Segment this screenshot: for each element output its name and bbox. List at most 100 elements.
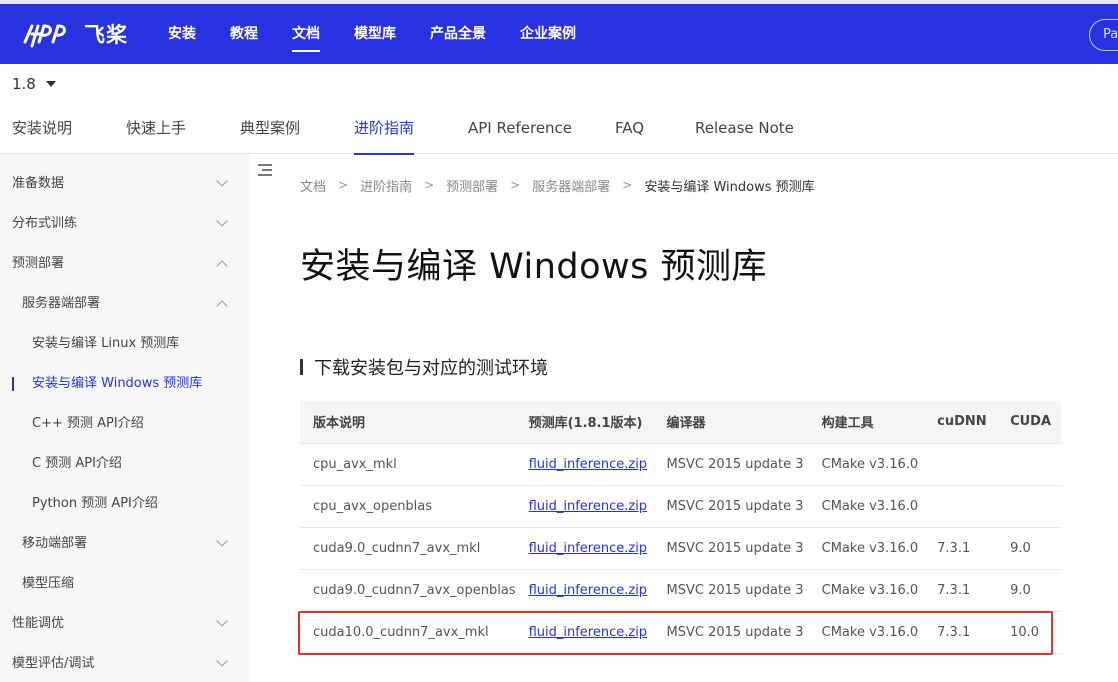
breadcrumb-current: 安装与编译 Windows 预测库 — [644, 179, 815, 195]
sidebar-item-label: 安装与编译 Linux 预测库 — [32, 336, 180, 351]
tab-advanced-guide[interactable]: 进阶指南 — [354, 104, 415, 155]
page-title: 安装与编译 Windows 预测库 — [300, 247, 767, 287]
sidebar-item-label: 性能调优 — [12, 616, 65, 631]
doc-tabs: 安装说明 快速上手 典型案例 进阶指南 API Reference FAQ Re… — [0, 104, 1118, 155]
version-selector[interactable]: 1.8 — [12, 73, 56, 95]
tab-quick-start[interactable]: 快速上手 — [126, 104, 186, 154]
chevron-right-icon: > — [622, 178, 633, 192]
sidebar-item-label: 服务器端部署 — [22, 296, 101, 311]
nav-tutorial[interactable]: 教程 — [230, 4, 258, 64]
table-cell-build-tool: CMake v3.16.0 — [808, 568, 925, 611]
section-marker — [300, 359, 303, 375]
chevron-up-icon — [216, 260, 228, 272]
breadcrumb-server[interactable]: 服务器端部署 — [532, 176, 610, 195]
table-row: cuda9.0_cudnn7_avx_mkl fluid_inference.z… — [300, 526, 1061, 569]
table-cell-cuda — [997, 442, 1061, 485]
table-cell-library: fluid_inference.zip — [515, 568, 654, 611]
download-link[interactable]: fluid_inference.zip — [529, 541, 647, 556]
table-cell-cudnn: 7.3.1 — [924, 568, 998, 611]
table-cell-cuda: 9.0 — [997, 526, 1061, 569]
table-cell-library: fluid_inference.zip — [515, 442, 654, 485]
download-link[interactable]: fluid_inference.zip — [529, 583, 647, 598]
tab-examples[interactable]: 典型案例 — [240, 104, 300, 154]
sidebar-item-label: 准备数据 — [12, 176, 65, 191]
sidebar-item-server-deploy[interactable]: 服务器端部署 — [0, 284, 249, 324]
tab-release-note[interactable]: Release Note — [695, 104, 794, 154]
table-cell-cuda — [997, 484, 1061, 527]
sidebar-item-label: C++ 预测 API介绍 — [32, 416, 144, 431]
sidebar-item-performance[interactable]: 性能调优 — [0, 604, 249, 644]
paddle-logo-icon — [23, 24, 66, 48]
sidebar-item-mobile-deploy[interactable]: 移动端部署 — [0, 524, 249, 564]
paddle-logo[interactable]: 飞桨 — [22, 18, 128, 50]
chevron-down-icon — [216, 655, 228, 667]
sidebar-item-distributed[interactable]: 分布式训练 — [0, 204, 249, 244]
nav-install[interactable]: 安装 — [168, 4, 196, 64]
menu-collapse-icon-bar — [262, 169, 272, 171]
sidebar-item-cpp-api[interactable]: C++ 预测 API介绍 — [0, 404, 249, 444]
sidebar-item-linux-lib[interactable]: 安装与编译 Linux 预测库 — [0, 324, 249, 364]
table-cell-version: cuda9.0_cudnn7_avx_mkl — [300, 526, 516, 569]
nav-cases[interactable]: 企业案例 — [520, 4, 576, 64]
table-cell-build-tool: CMake v3.16.0 — [808, 484, 925, 527]
table-cell-library: fluid_inference.zip — [515, 526, 654, 569]
table-row: cpu_avx_mkl fluid_inference.zip MSVC 201… — [300, 442, 1061, 485]
nav-docs[interactable]: 文档 — [292, 4, 320, 64]
collapse-sidebar-button[interactable] — [252, 157, 278, 183]
nav-model-zoo[interactable]: 模型库 — [354, 4, 396, 64]
breadcrumb-deployment[interactable]: 预测部署 — [446, 176, 498, 195]
sidebar-item-python-api[interactable]: Python 预测 API介绍 — [0, 484, 249, 524]
nav-products[interactable]: 产品全景 — [430, 4, 486, 64]
table-cell-version: cpu_avx_openblas — [300, 484, 516, 527]
table-cell-compiler: MSVC 2015 update 3 — [653, 442, 809, 485]
chevron-down-icon — [216, 615, 228, 627]
table-cell-build-tool: CMake v3.16.0 — [808, 442, 925, 485]
table-cell-compiler: MSVC 2015 update 3 — [653, 484, 809, 527]
column-header: CUDA — [997, 401, 1061, 443]
sidebar-item-deployment[interactable]: 预测部署 — [0, 244, 249, 284]
table-cell-cudnn: 7.3.1 — [924, 526, 998, 569]
sidebar-item-label: C 预测 API介绍 — [32, 456, 122, 471]
table-cell-build-tool: CMake v3.16.0 — [808, 526, 925, 569]
breadcrumb: 文档 > 进阶指南 > 预测部署 > 服务器端部署 > 安装与编译 Window… — [300, 175, 815, 195]
sidebar-item-label: 模型压缩 — [22, 576, 75, 591]
sidebar-item-evaluation[interactable]: 模型评估/调试 — [0, 644, 249, 682]
download-link[interactable]: fluid_inference.zip — [529, 457, 647, 472]
sidebar-item-label: Python 预测 API介绍 — [32, 496, 158, 511]
sidebar-item-label: 模型评估/调试 — [12, 656, 95, 671]
sidebar-item-windows-lib[interactable]: 安装与编译 Windows 预测库 — [0, 364, 249, 404]
table-row: cuda9.0_cudnn7_avx_openblas fluid_infere… — [300, 568, 1061, 611]
menu-collapse-icon — [258, 164, 272, 166]
section-title: 下载安装包与对应的测试环境 — [314, 358, 548, 379]
sidebar-item-label: 分布式训练 — [12, 216, 78, 231]
column-header: 构建工具 — [808, 401, 925, 443]
table-cell-cuda: 9.0 — [997, 568, 1061, 611]
chevron-down-icon — [216, 175, 228, 187]
table-cell-cudnn — [924, 484, 998, 527]
chevron-right-icon: > — [424, 178, 435, 192]
breadcrumb-advanced[interactable]: 进阶指南 — [360, 176, 412, 195]
table-header-row: 版本说明 预测库(1.8.1版本) 编译器 构建工具 cuDNN CUDA — [300, 401, 1061, 443]
table-cell-library: fluid_inference.zip — [515, 484, 654, 527]
column-header: 预测库(1.8.1版本) — [515, 401, 654, 443]
version-label: 1.8 — [12, 75, 36, 93]
tab-faq[interactable]: FAQ — [615, 104, 644, 154]
table-row: cpu_avx_openblas fluid_inference.zip MSV… — [300, 484, 1061, 527]
section-heading: 下载安装包与对应的测试环境 — [300, 354, 548, 380]
tab-install-guide[interactable]: 安装说明 — [12, 104, 72, 154]
caret-down-icon — [45, 81, 56, 87]
sidebar-item-label: 移动端部署 — [22, 536, 88, 551]
breadcrumb-docs[interactable]: 文档 — [300, 176, 326, 195]
chevron-down-icon — [216, 535, 228, 547]
sidebar-item-model-compression[interactable]: 模型压缩 — [0, 564, 249, 604]
download-link[interactable]: fluid_inference.zip — [529, 499, 647, 514]
sidebar-item-prepare-data[interactable]: 准备数据 — [0, 164, 249, 204]
top-navigation-bar: 飞桨 安装 教程 文档 模型库 产品全景 企业案例 Pa — [0, 4, 1118, 64]
sidebar: 准备数据 分布式训练 预测部署 服务器端部署 安装与编译 Linux 预测库 安… — [0, 154, 249, 682]
sidebar-item-c-api[interactable]: C 预测 API介绍 — [0, 444, 249, 484]
sidebar-item-label: 预测部署 — [12, 256, 65, 271]
chevron-right-icon: > — [338, 178, 349, 192]
tab-api-reference[interactable]: API Reference — [468, 104, 572, 154]
search-input[interactable]: Pa — [1089, 19, 1118, 51]
table-cell-version: cpu_avx_mkl — [300, 442, 516, 485]
